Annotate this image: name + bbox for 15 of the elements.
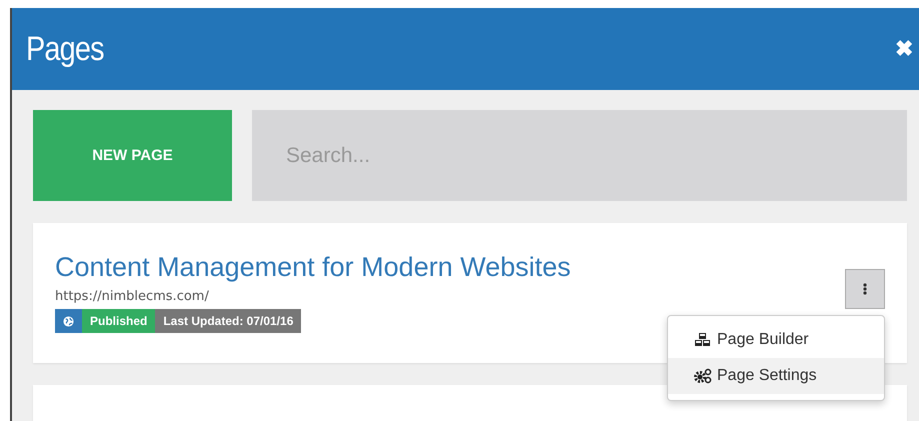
search-field[interactable]: Search... — [252, 110, 907, 201]
new-page-button[interactable]: NEW PAGE — [33, 110, 232, 201]
more-button[interactable] — [845, 269, 885, 309]
window-title: Pages — [26, 30, 104, 68]
menu-item[interactable]: Page Builder — [668, 322, 884, 358]
gears-icon — [694, 368, 712, 384]
updated-badge: Last Updated: 07/01/16 — [155, 309, 302, 333]
page-url: https://nimblecms.com/ — [55, 289, 210, 304]
cubes-icon — [694, 332, 712, 348]
menu-item[interactable]: Page Settings — [668, 358, 884, 394]
more-icon — [863, 283, 867, 295]
globe-icon — [55, 309, 82, 333]
page-title-link[interactable]: Content Management for Modern Websites — [55, 249, 571, 285]
status-badge: Published — [82, 309, 156, 333]
close-button[interactable]: ✖ — [895, 36, 913, 62]
